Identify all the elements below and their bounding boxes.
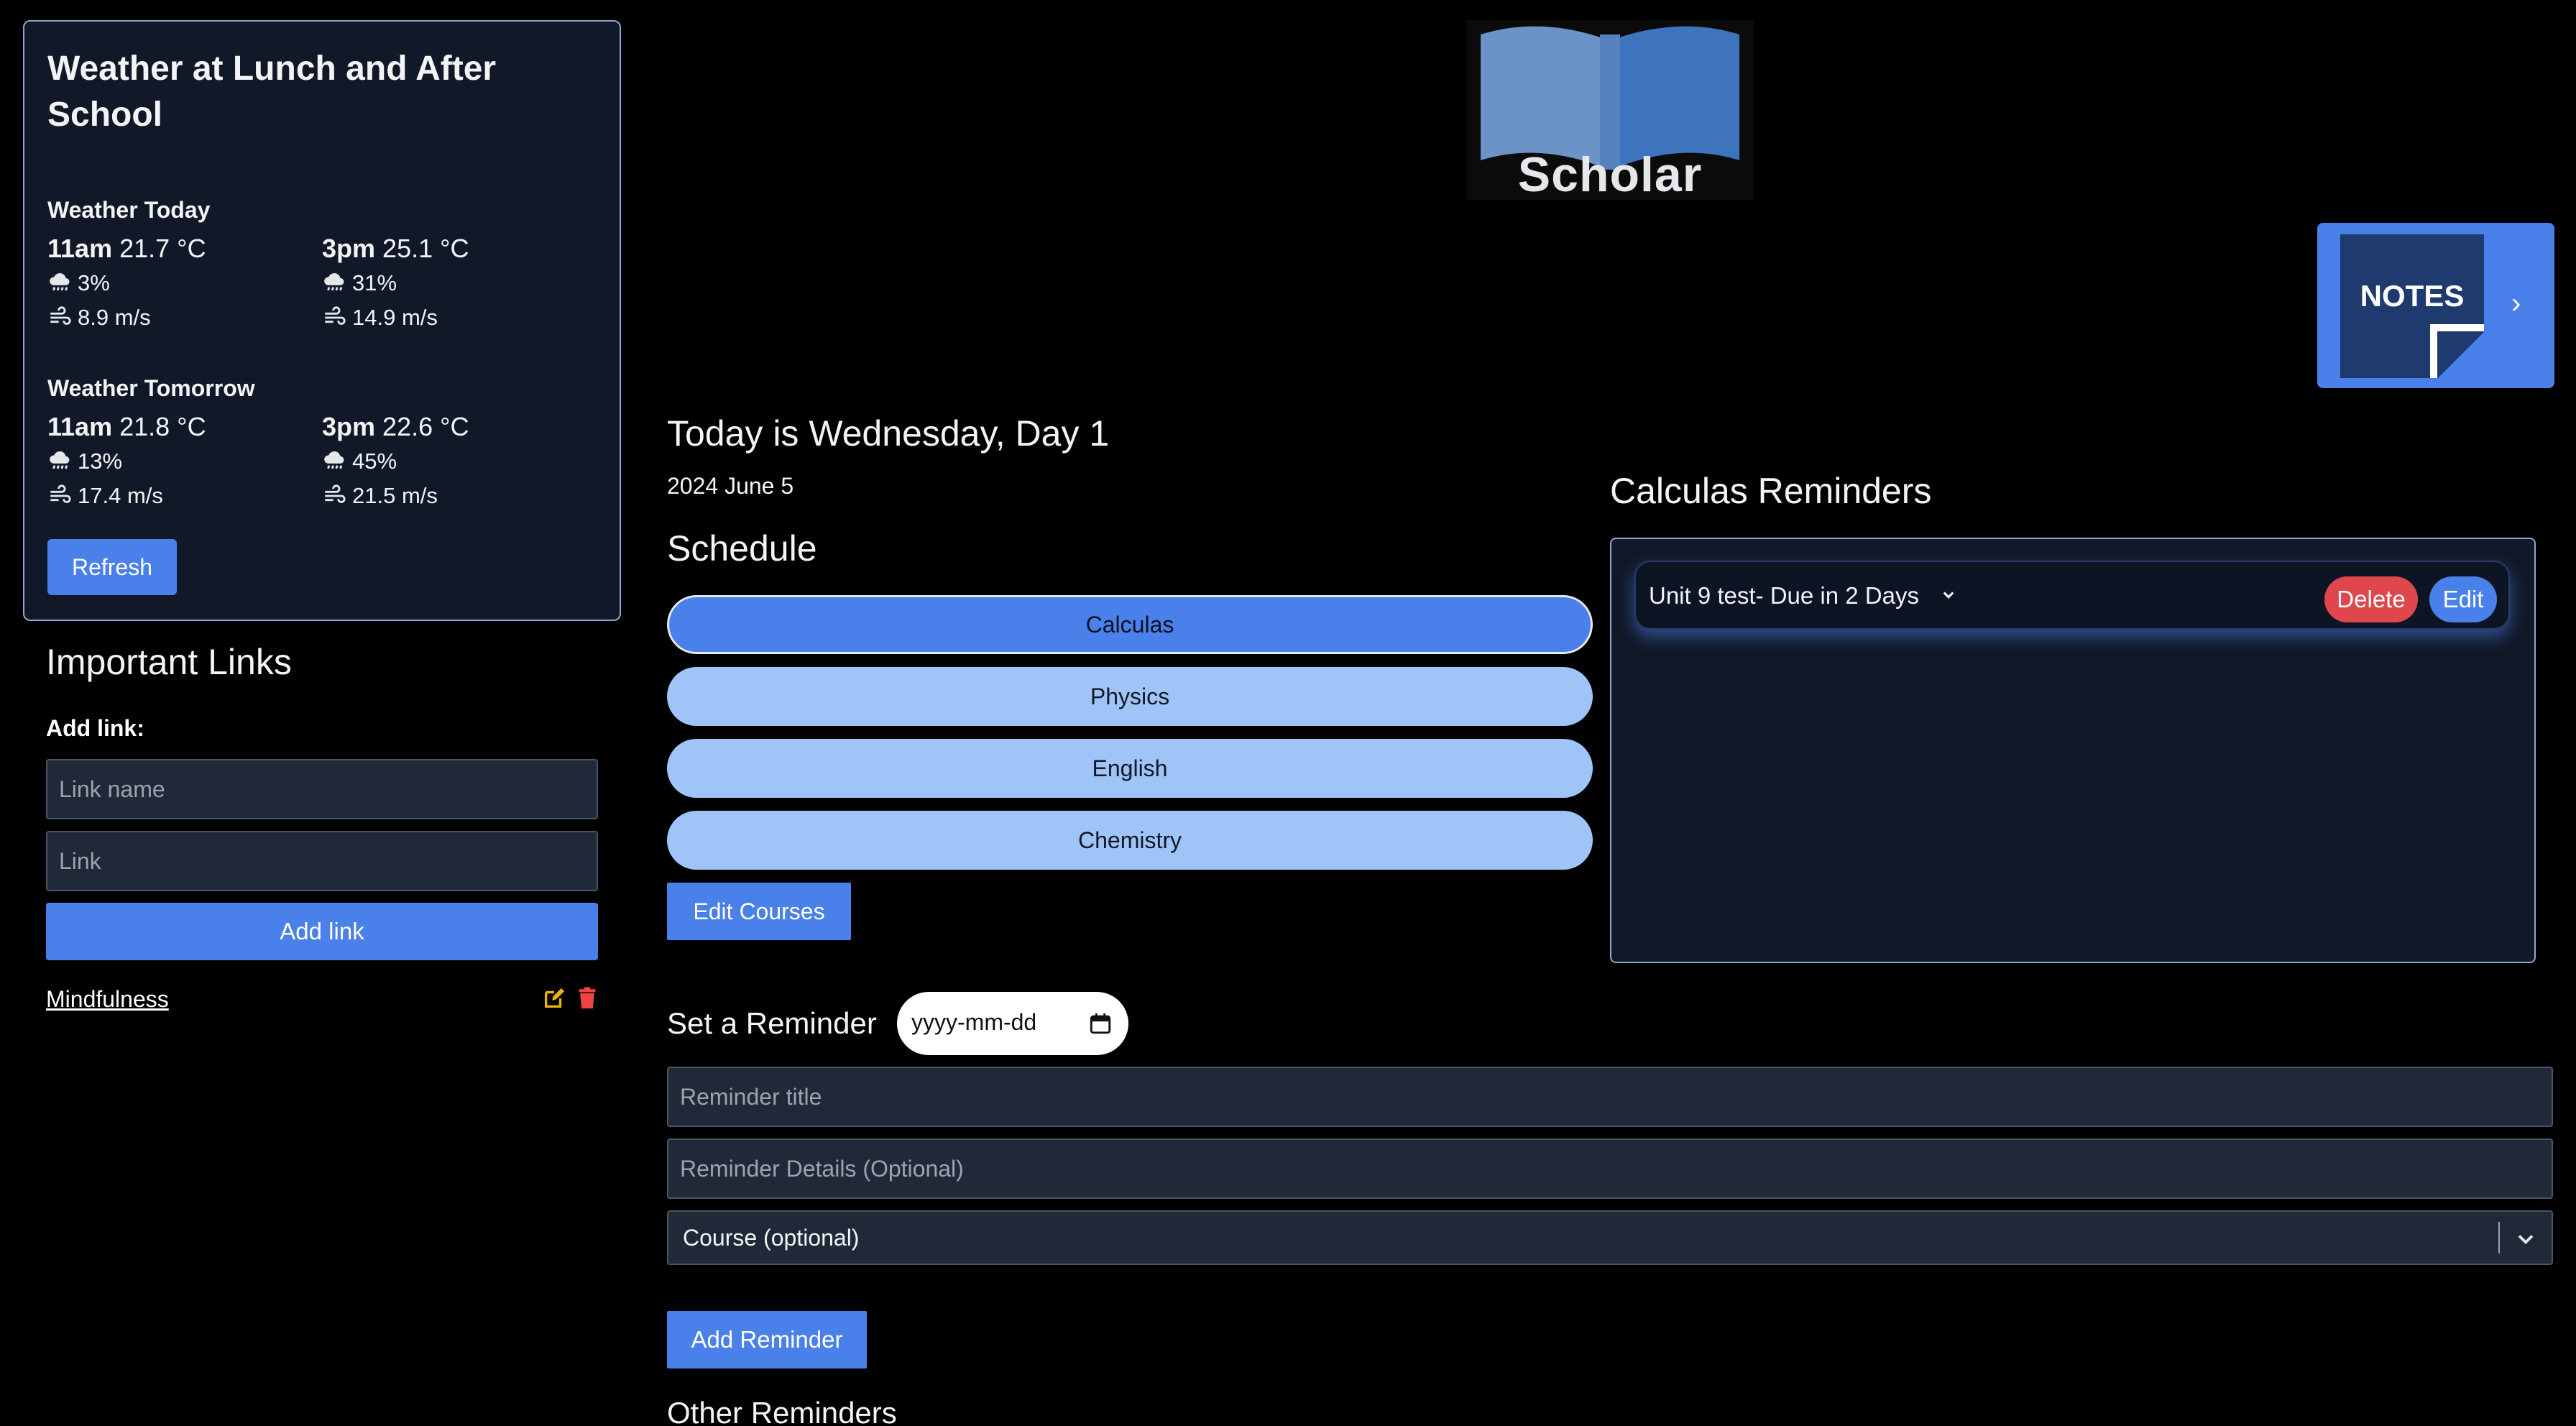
set-reminder-label: Set a Reminder (667, 1006, 877, 1040)
rain-cloud-icon (322, 449, 346, 474)
chevron-right-icon: › (2511, 288, 2521, 319)
forecast-temp: 22.6 °C (382, 412, 469, 441)
chevron-down-icon[interactable] (1938, 584, 1959, 605)
other-reminders-title: Other Reminders (667, 1396, 897, 1426)
add-reminder-button[interactable]: Add Reminder (667, 1311, 867, 1368)
page-curl-icon (2430, 324, 2484, 378)
forecast-precip: 31% (352, 270, 397, 295)
course-select[interactable]: Course (optional) (667, 1210, 2553, 1265)
forecast-temp: 25.1 °C (382, 234, 469, 263)
rain-cloud-icon (47, 449, 72, 474)
notes-button[interactable]: NOTES › (2317, 223, 2554, 388)
course-button-calculas[interactable]: Calculas (667, 595, 1593, 654)
link-url-input[interactable] (46, 831, 598, 891)
weather-tomorrow-11am: 11am 21.8 °C 13% 17.4 m/s (47, 410, 306, 513)
wind-icon (322, 305, 346, 330)
weather-today-3pm: 3pm 25.1 °C 31% 14.9 m/s (322, 231, 581, 335)
forecast-wind: 14.9 m/s (352, 305, 438, 330)
link-name-input[interactable] (46, 759, 598, 819)
forecast-precip: 45% (352, 448, 397, 474)
reminders-panel: Unit 9 test- Due in 2 Days Delete Edit (1610, 538, 2536, 963)
forecast-precip: 3% (78, 270, 110, 295)
forecast-temp: 21.8 °C (119, 412, 206, 441)
add-link-button[interactable]: Add link (46, 903, 598, 960)
rain-cloud-icon (322, 271, 346, 295)
forecast-time: 11am (47, 412, 113, 441)
reminder-date-input[interactable]: yyyy-mm-dd (897, 992, 1128, 1055)
forecast-wind: 21.5 m/s (352, 483, 438, 508)
today-heading: Today is Wednesday, Day 1 (667, 413, 1110, 454)
forecast-wind: 8.9 m/s (78, 305, 151, 330)
forecast-precip: 13% (78, 448, 123, 474)
calendar-icon[interactable] (1088, 1011, 1113, 1036)
select-divider (2498, 1222, 2500, 1254)
edit-courses-button[interactable]: Edit Courses (667, 883, 851, 940)
link-item-mindfulness[interactable]: Mindfulness (46, 986, 169, 1013)
forecast-time: 3pm (322, 412, 376, 441)
course-button-physics[interactable]: Physics (667, 667, 1593, 726)
scholar-logo: Scholar (1466, 20, 1754, 202)
forecast-wind: 17.4 m/s (78, 483, 163, 508)
weather-title: Weather at Lunch and After School (47, 50, 497, 134)
course-select-value: Course (optional) (683, 1225, 860, 1251)
forecast-time: 11am (47, 234, 113, 263)
date-placeholder: yyyy-mm-dd (911, 1009, 1037, 1035)
logo-text: Scholar (1517, 147, 1703, 202)
notes-icon: NOTES (2340, 234, 2484, 378)
edit-icon[interactable] (542, 986, 566, 1011)
weather-tomorrow-3pm: 3pm 22.6 °C 45% 21.5 m/s (322, 410, 581, 513)
chevron-down-icon (2513, 1226, 2539, 1252)
rain-cloud-icon (47, 271, 72, 295)
weather-today-11am: 11am 21.7 °C 3% 8.9 m/s (47, 231, 306, 335)
weather-today-title: Weather Today (47, 197, 211, 223)
today-date: 2024 June 5 (667, 473, 794, 499)
schedule-title: Schedule (667, 528, 817, 569)
wind-icon (47, 484, 72, 508)
weather-card: Weather at Lunch and After School Weathe… (23, 20, 621, 621)
wind-icon (47, 305, 72, 330)
course-button-chemistry[interactable]: Chemistry (667, 811, 1593, 870)
trash-icon[interactable] (575, 986, 599, 1011)
refresh-button[interactable]: Refresh (47, 539, 177, 595)
forecast-temp: 21.7 °C (119, 234, 206, 263)
reminder-details-input[interactable] (667, 1138, 2553, 1199)
forecast-time: 3pm (322, 234, 376, 263)
reminder-title: Unit 9 test- Due in 2 Days (1649, 582, 1919, 609)
weather-tomorrow-title: Weather Tomorrow (47, 375, 255, 401)
add-link-label: Add link: (46, 715, 144, 741)
delete-reminder-button[interactable]: Delete (2324, 576, 2418, 622)
reminders-title: Calculas Reminders (1610, 471, 1932, 511)
wind-icon (322, 484, 346, 508)
reminder-title-input[interactable] (667, 1067, 2553, 1127)
course-button-english[interactable]: English (667, 739, 1593, 798)
important-links-title: Important Links (46, 642, 292, 682)
reminder-item[interactable]: Unit 9 test- Due in 2 Days Delete Edit (1634, 561, 2510, 630)
edit-reminder-button[interactable]: Edit (2429, 576, 2497, 622)
